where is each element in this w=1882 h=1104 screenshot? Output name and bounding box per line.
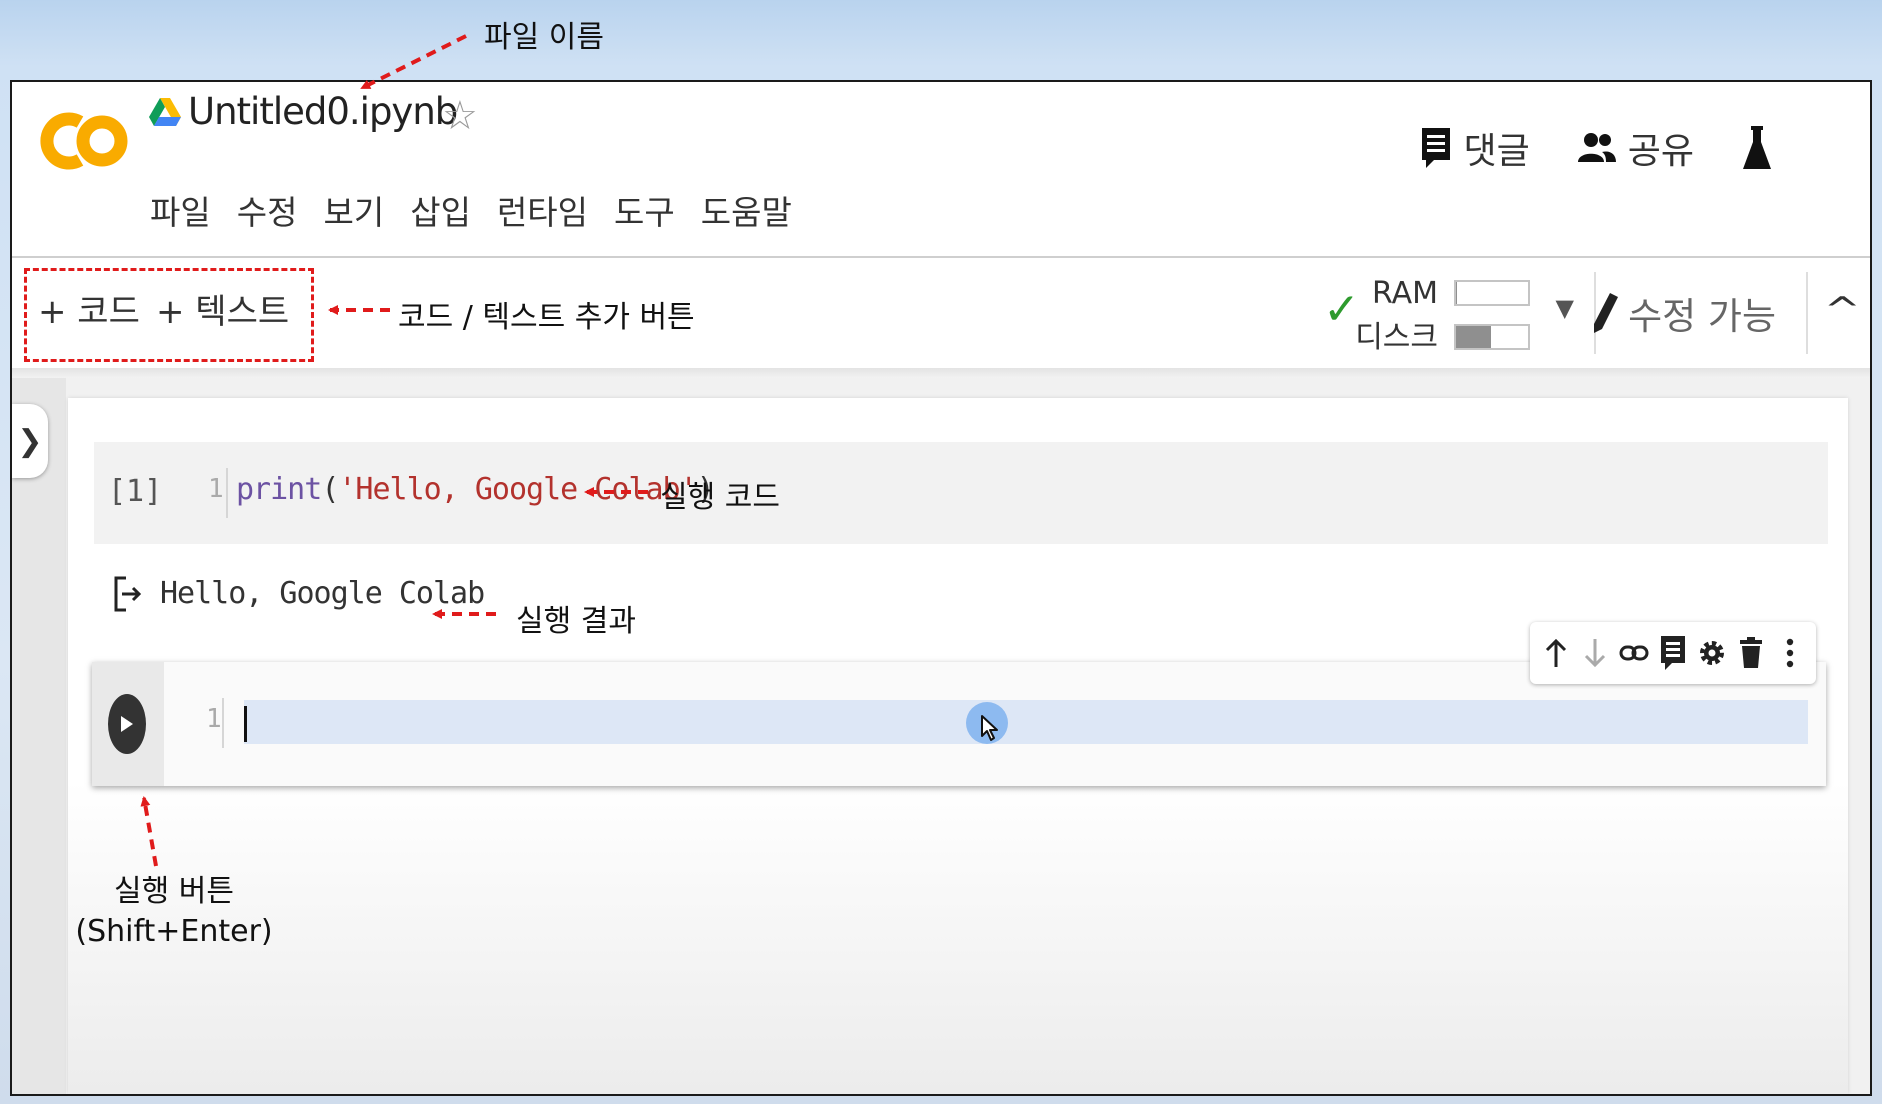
code-editor-input[interactable]: [244, 700, 1808, 744]
resource-labels: RAM 디스크: [1355, 272, 1438, 360]
google-drive-icon[interactable]: [148, 96, 182, 130]
output-icon[interactable]: [112, 574, 142, 614]
text-caret: [244, 706, 247, 742]
notebook-sheet: [1] 1 print('Hello, Google Colab') Hello…: [68, 398, 1848, 1094]
annotation-file-name: 파일 이름: [484, 20, 604, 55]
toolbar-shadow: [12, 368, 1870, 378]
cell-toolbar: [1530, 622, 1816, 684]
share-label: 공유: [1627, 131, 1694, 172]
annotation-add-buttons: 코드 / 텍스트 추가 버튼: [398, 300, 695, 335]
comment-icon[interactable]: [1657, 635, 1689, 671]
add-text-button[interactable]: + 텍스트: [156, 284, 289, 333]
code-cell-1[interactable]: [1] 1 print('Hello, Google Colab'): [94, 442, 1828, 544]
edit-mode-label: 수정 가능: [1628, 295, 1776, 338]
resource-bars[interactable]: [1454, 280, 1530, 368]
cell-output-text: Hello, Google Colab: [160, 576, 485, 611]
gutter-line: [222, 698, 224, 748]
menu-file[interactable]: 파일: [150, 186, 211, 234]
trash-icon[interactable]: [1735, 635, 1767, 671]
left-gutter: [12, 378, 66, 1094]
notebook-toolbar: + 코드 + 텍스트 ✓ RAM 디스크 ▼ 수정 가능 ^: [12, 258, 1870, 368]
code-line[interactable]: print('Hello, Google Colab'): [236, 472, 715, 507]
annotation-run-button-label: 실행 버튼: [114, 874, 234, 909]
menu-view[interactable]: 보기: [323, 186, 384, 234]
header-actions: 댓글 공유: [1420, 122, 1773, 174]
star-icon[interactable]: ☆: [442, 96, 478, 136]
run-cell-button[interactable]: [108, 694, 146, 754]
pencil-icon: [1594, 293, 1619, 333]
menu-help[interactable]: 도움말: [701, 186, 792, 234]
annotation-run-code: 실행 코드: [660, 480, 780, 515]
menu-tools[interactable]: 도구: [614, 186, 675, 234]
colab-window: Untitled0.ipynb ☆ 파일 수정 보기 삽입 런타임 도구 도움말…: [10, 80, 1872, 1096]
ram-label: RAM: [1371, 276, 1438, 311]
arrow-up-icon[interactable]: [1540, 635, 1572, 671]
play-icon: [121, 716, 133, 732]
comment-label: 댓글: [1463, 131, 1530, 172]
ram-usage-bar: [1454, 280, 1530, 306]
add-code-button[interactable]: + 코드: [38, 284, 140, 333]
code-string: 'Hello, Google Colab': [338, 472, 697, 507]
disk-usage-bar: [1454, 324, 1530, 350]
annotation-run-result: 실행 결과: [516, 604, 636, 639]
annotation-run-button: 실행 버튼 (Shift+Enter): [68, 872, 280, 952]
toolbar-separator: [1806, 272, 1808, 354]
line-number: 1: [206, 704, 222, 734]
file-name-title[interactable]: Untitled0.ipynb: [188, 90, 458, 133]
labs-button[interactable]: [1742, 125, 1772, 171]
flask-icon: [1743, 126, 1771, 169]
resources-dropdown-icon[interactable]: ▼: [1556, 294, 1574, 322]
share-button[interactable]: 공유: [1577, 122, 1694, 174]
people-icon: [1577, 133, 1616, 162]
line-number: 1: [208, 474, 224, 504]
menu-edit[interactable]: 수정: [237, 186, 298, 234]
code-open-paren: (: [321, 472, 339, 507]
more-vert-icon[interactable]: [1774, 635, 1806, 671]
menu-bar: 파일 수정 보기 삽입 런타임 도구 도움말: [150, 186, 792, 234]
menu-insert[interactable]: 삽입: [410, 186, 471, 234]
collapse-header-button[interactable]: ^: [1823, 290, 1860, 330]
disk-label: 디스크: [1355, 320, 1438, 355]
disk-usage-fill: [1456, 326, 1491, 348]
gear-icon[interactable]: [1696, 635, 1728, 671]
comment-icon: [1421, 128, 1450, 168]
sidebar-toggle-button[interactable]: ❯: [12, 404, 48, 478]
link-icon[interactable]: [1618, 635, 1650, 671]
mouse-pointer-icon: [981, 715, 998, 741]
code-function: print: [236, 472, 322, 507]
execution-count: [1]: [108, 474, 163, 509]
gutter-line: [226, 468, 228, 518]
ram-usage-fill: [1456, 282, 1458, 304]
comment-button[interactable]: 댓글: [1420, 122, 1530, 174]
colab-logo-icon[interactable]: [40, 106, 130, 176]
chevron-right-icon: ❯: [17, 423, 43, 459]
arrow-down-icon[interactable]: [1579, 635, 1611, 671]
annotation-run-button-shortcut: (Shift+Enter): [75, 914, 273, 949]
menu-runtime[interactable]: 런타임: [497, 186, 588, 234]
edit-mode-button[interactable]: 수정 가능: [1592, 286, 1776, 340]
